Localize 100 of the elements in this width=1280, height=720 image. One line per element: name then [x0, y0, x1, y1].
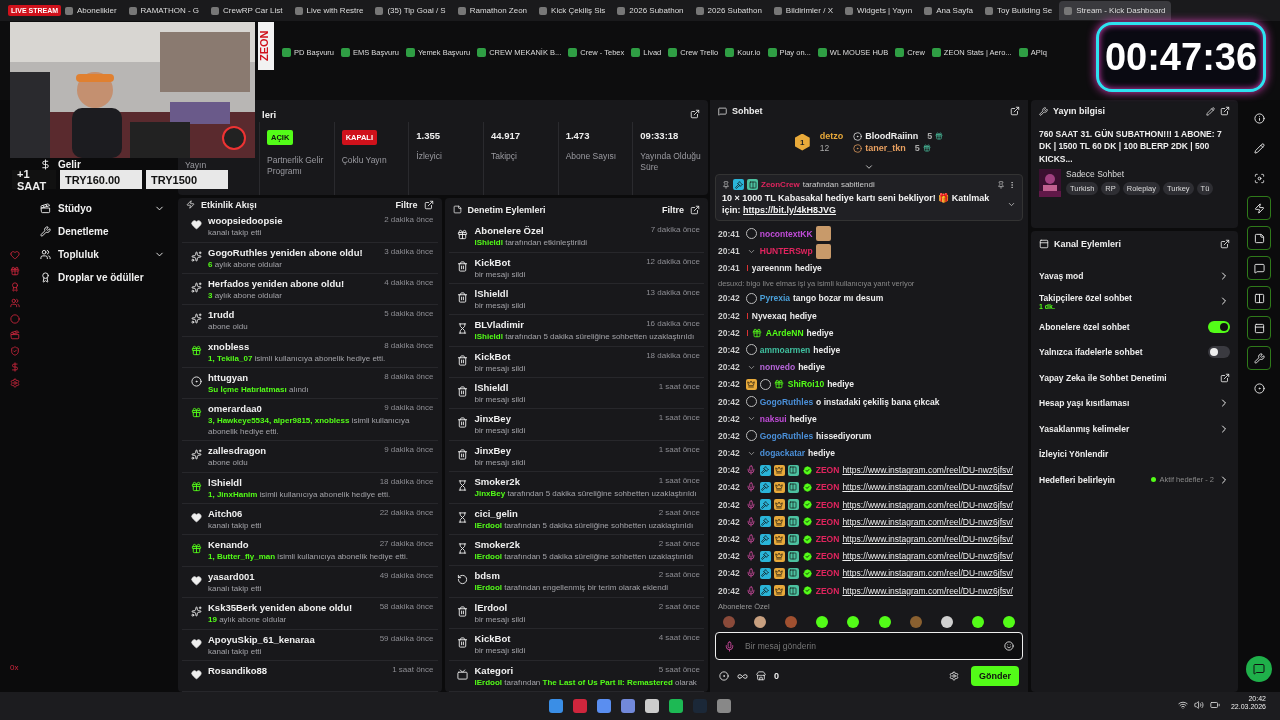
- action-label: İzleyici Yönlendir: [1039, 449, 1110, 460]
- feed-time: 1 saat önce: [658, 382, 700, 394]
- sidebar-item[interactable]: Stüdyo: [30, 197, 175, 220]
- message-text: hissediyorum: [816, 430, 872, 441]
- feed-title: woopsiedoopsie: [208, 215, 283, 227]
- sidebar-icon[interactable]: [10, 298, 20, 308]
- action-row[interactable]: Yavaş mod: [1039, 263, 1230, 289]
- browser-tab[interactable]: Kick Çekiliş Sis: [534, 1, 611, 20]
- edit-icon[interactable]: [1206, 106, 1215, 116]
- browser-tab[interactable]: Bildirimler / X: [768, 1, 838, 20]
- message-time: 20:41: [718, 263, 740, 274]
- sidebar-icon[interactable]: [10, 282, 20, 292]
- feed-time: 18 dakika önce: [379, 476, 434, 488]
- message-link[interactable]: https://www.instagram.com/reel/DU-nwz6jfsv/: [842, 465, 1013, 476]
- emote-icon[interactable]: [940, 616, 953, 628]
- feed-detail: bir mesajı sildi: [474, 269, 527, 280]
- sparkle-icon: [190, 606, 202, 618]
- browser-tab[interactable]: (35) Tip Goal / S: [370, 1, 451, 20]
- emote-icon[interactable]: [816, 616, 829, 628]
- feed-detail: 1, JinxHanim isimli kullanıcıya abonelik hediye etti.: [208, 489, 392, 501]
- rail-button[interactable]: [1247, 226, 1271, 250]
- chat-icon: [1253, 663, 1265, 675]
- chat-fab[interactable]: [1246, 656, 1272, 682]
- emote-icon[interactable]: [878, 616, 891, 628]
- message-field[interactable]: Bir mesaj gönderin: [743, 640, 996, 652]
- sidebar-icon[interactable]: [10, 266, 20, 276]
- emote-icon[interactable]: [754, 616, 767, 628]
- rail-button[interactable]: [1247, 256, 1271, 280]
- feed-detail: JinxBey tarafından 5 dakika süreliğine sohbetten uzaklaştırıldı: [474, 489, 698, 500]
- browser-tab[interactable]: Ana Sayfa: [919, 1, 979, 20]
- username: ZEON: [815, 465, 840, 476]
- emote-icon[interactable]: [847, 616, 860, 628]
- rail-button[interactable]: [1247, 316, 1271, 340]
- action-row[interactable]: Yalnızca ifadelerle sohbet: [1039, 339, 1230, 365]
- sidebar-icon[interactable]: [10, 330, 20, 340]
- feed-title: Smoker2k: [474, 476, 520, 488]
- browser-tab[interactable]: 2026 Subathon: [690, 1, 767, 20]
- hammer-icon: [759, 499, 771, 511]
- popout-icon[interactable]: [1220, 239, 1230, 249]
- message-time: 20:42: [718, 413, 740, 424]
- sidebar-item[interactable]: Droplar ve ödüller: [30, 266, 175, 289]
- message-time: 20:42: [718, 465, 740, 476]
- panel-title: Etkinlik Akışı: [201, 199, 258, 210]
- feed-title: 1rudd: [208, 309, 235, 321]
- message-link[interactable]: https://www.instagram.com/reel/DU-nwz6jfsv/: [842, 585, 1013, 596]
- more-icon[interactable]: [1008, 180, 1016, 189]
- heart-icon: [190, 512, 202, 524]
- feed-title: cici_gelin: [474, 507, 518, 519]
- battery-icon: [1210, 700, 1220, 710]
- message-link[interactable]: https://www.instagram.com/reel/DU-nwz6jfsv/: [842, 534, 1013, 544]
- popout-icon[interactable]: [1220, 106, 1230, 116]
- message-link[interactable]: https://www.instagram.com/reel/DU-nwz6jfsv/: [842, 499, 1013, 510]
- action-row[interactable]: İzleyici Yönlendir: [1039, 441, 1230, 467]
- filter-link[interactable]: Filtre: [395, 199, 418, 210]
- popout-icon[interactable]: [690, 109, 700, 119]
- browser-tab[interactable]: 2026 Subathon: [612, 1, 689, 20]
- unpin-icon[interactable]: [997, 180, 1005, 189]
- browser-tab[interactable]: Widgets | Yayın: [840, 1, 918, 20]
- popout-icon[interactable]: [690, 204, 700, 215]
- rail-button[interactable]: [1247, 346, 1271, 370]
- action-row[interactable]: Yapay Zeka ile Sohbet Denetimi: [1039, 365, 1230, 391]
- message-link[interactable]: https://www.instagram.com/reel/DU-nwz6jfsv/: [842, 516, 1013, 527]
- popout-icon[interactable]: [423, 199, 434, 210]
- emote-icon[interactable]: [1003, 616, 1015, 628]
- pinned-link[interactable]: https://bit.ly/4kH8JVG: [743, 204, 837, 215]
- message-box[interactable]: Bir mesaj gönderin: [715, 632, 1023, 660]
- toggle-switch[interactable]: [1208, 320, 1230, 333]
- toggle-switch[interactable]: [1208, 346, 1230, 359]
- heart-icon: [190, 637, 202, 649]
- collapse-icon[interactable]: [864, 162, 874, 172]
- feed-title: Aitch06: [208, 508, 243, 520]
- popout-icon[interactable]: [1010, 106, 1020, 116]
- browser-tab[interactable]: CrewRP Car List: [206, 1, 288, 20]
- feed-time: 18 dakika önce: [646, 350, 700, 362]
- message-link[interactable]: https://www.instagram.com/reel/DU-nwz6jfsv/: [842, 482, 1013, 493]
- filter-link[interactable]: Filtre: [662, 204, 684, 215]
- emoji-icon[interactable]: [1004, 641, 1014, 651]
- action-row[interactable]: Hesap yaşı kısıtlaması: [1039, 390, 1230, 416]
- browser-tab[interactable]: Live with Restre: [289, 1, 369, 20]
- emote-icon[interactable]: [971, 616, 984, 628]
- sidebar-item[interactable]: Gelir: [30, 158, 175, 170]
- settings-icon[interactable]: [949, 671, 959, 681]
- rail-button[interactable]: [1247, 196, 1271, 220]
- sidebar-item[interactable]: Topluluk: [30, 243, 175, 266]
- message-link[interactable]: https://www.instagram.com/reel/DU-nwz6jfsv/: [842, 568, 1013, 579]
- rail-button[interactable]: [1247, 286, 1271, 310]
- browser-tab[interactable]: Abonelikler: [60, 1, 122, 20]
- external-icon: [1220, 372, 1230, 383]
- feed-time: 2 saat önce: [658, 601, 700, 613]
- trash-icon: [457, 605, 468, 617]
- hammer-icon: [759, 533, 771, 545]
- browser-tab[interactable]: RAMATHON - G: [123, 1, 205, 20]
- message-link[interactable]: https://www.instagram.com/reel/DU-nwz6jfsv/: [842, 551, 1013, 562]
- browser-tab[interactable]: Ramathon Zeon: [452, 1, 533, 20]
- sidebar-item[interactable]: Denetleme: [30, 220, 175, 243]
- send-button[interactable]: Gönder: [971, 666, 1019, 686]
- action-row[interactable]: Abonelere özel sohbet: [1039, 314, 1230, 340]
- browser-tab[interactable]: Toy Building Se: [980, 1, 1058, 20]
- action-row[interactable]: Yasaklanmış kelimeler: [1039, 416, 1230, 442]
- browser-tab[interactable]: Stream - Kick Dashboard: [1059, 1, 1171, 20]
